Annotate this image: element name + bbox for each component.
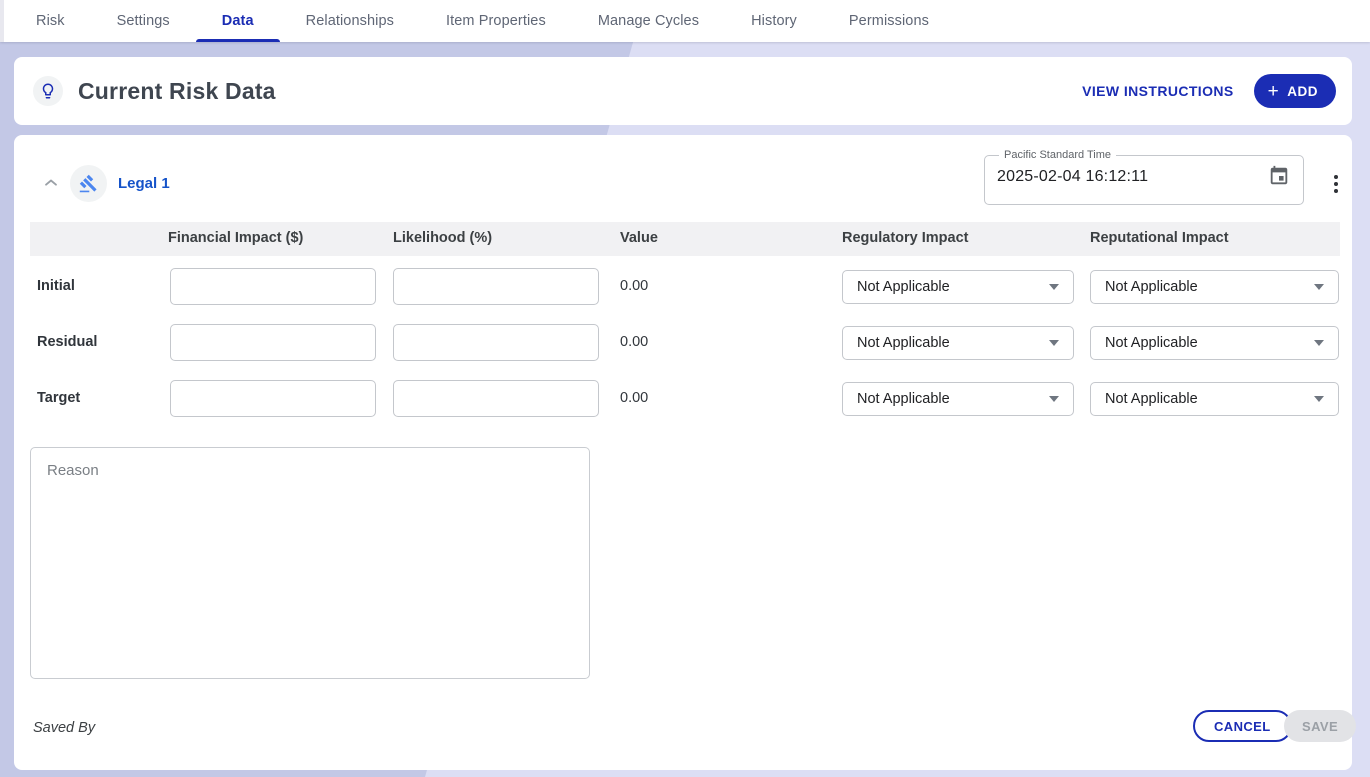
col-value: Value	[620, 230, 658, 246]
caret-down-icon	[1314, 340, 1324, 346]
target-value: 0.00	[620, 390, 648, 406]
caret-down-icon	[1049, 284, 1059, 290]
row-label: Target	[37, 390, 80, 406]
col-regulatory-impact: Regulatory Impact	[842, 230, 969, 246]
caret-down-icon	[1314, 284, 1324, 290]
lightbulb-icon	[33, 76, 63, 106]
select-value: Not Applicable	[1105, 391, 1198, 407]
select-value: Not Applicable	[857, 279, 950, 295]
page-title: Current Risk Data	[78, 78, 276, 105]
col-reputational-impact: Reputational Impact	[1090, 230, 1229, 246]
timezone-label: Pacific Standard Time	[999, 149, 1116, 161]
select-value: Not Applicable	[857, 391, 950, 407]
table-row-initial: Initial 0.00 Not Applicable Not Applicab…	[14, 268, 1352, 305]
tab-data[interactable]: Data	[196, 0, 280, 42]
calendar-icon[interactable]	[1267, 165, 1291, 189]
initial-value: 0.00	[620, 278, 648, 294]
target-financial-impact-input[interactable]	[170, 380, 376, 417]
target-likelihood-input[interactable]	[393, 380, 599, 417]
datetime-value[interactable]: 2025-02-04 16:12:11	[997, 168, 1148, 186]
initial-likelihood-input[interactable]	[393, 268, 599, 305]
tab-permissions[interactable]: Permissions	[823, 0, 955, 42]
select-value: Not Applicable	[857, 335, 950, 351]
table-header-row: Financial Impact ($) Likelihood (%) Valu…	[30, 222, 1340, 256]
gavel-icon	[79, 174, 98, 193]
save-button[interactable]: SAVE	[1284, 710, 1356, 742]
col-financial-impact: Financial Impact ($)	[168, 230, 303, 246]
tab-history[interactable]: History	[725, 0, 823, 42]
residual-regulatory-impact-select[interactable]: Not Applicable	[842, 326, 1074, 360]
collapse-section-button[interactable]	[40, 173, 62, 195]
view-instructions-link[interactable]: VIEW INSTRUCTIONS	[1082, 83, 1233, 99]
tab-settings[interactable]: Settings	[91, 0, 196, 42]
cancel-button[interactable]: CANCEL	[1193, 710, 1292, 742]
table-row-target: Target 0.00 Not Applicable Not Applicabl…	[14, 380, 1352, 417]
reason-textarea[interactable]	[30, 447, 590, 679]
plus-icon: +	[1268, 82, 1280, 101]
select-value: Not Applicable	[1105, 279, 1198, 295]
chevron-up-icon	[41, 173, 61, 193]
tab-item-properties[interactable]: Item Properties	[420, 0, 572, 42]
row-label: Residual	[37, 334, 97, 350]
residual-reputational-impact-select[interactable]: Not Applicable	[1090, 326, 1339, 360]
add-button[interactable]: + ADD	[1254, 74, 1336, 108]
residual-financial-impact-input[interactable]	[170, 324, 376, 361]
caret-down-icon	[1049, 340, 1059, 346]
tab-manage-cycles[interactable]: Manage Cycles	[572, 0, 725, 42]
initial-regulatory-impact-select[interactable]: Not Applicable	[842, 270, 1074, 304]
risk-item-link[interactable]: Legal 1	[118, 175, 170, 192]
target-reputational-impact-select[interactable]: Not Applicable	[1090, 382, 1339, 416]
initial-reputational-impact-select[interactable]: Not Applicable	[1090, 270, 1339, 304]
residual-likelihood-input[interactable]	[393, 324, 599, 361]
page-header: Current Risk Data VIEW INSTRUCTIONS + AD…	[14, 57, 1352, 125]
caret-down-icon	[1314, 396, 1324, 402]
target-regulatory-impact-select[interactable]: Not Applicable	[842, 382, 1074, 416]
table-row-residual: Residual 0.00 Not Applicable Not Applica…	[14, 324, 1352, 361]
datetime-field: Pacific Standard Time 2025-02-04 16:12:1…	[984, 149, 1304, 205]
caret-down-icon	[1049, 396, 1059, 402]
risk-data-panel: Legal 1 Pacific Standard Time 2025-02-04…	[14, 135, 1352, 770]
kebab-menu-icon[interactable]	[1322, 169, 1350, 199]
col-likelihood: Likelihood (%)	[393, 230, 492, 246]
tab-relationships[interactable]: Relationships	[280, 0, 420, 42]
tab-bar: Risk Settings Data Relationships Item Pr…	[0, 0, 1370, 42]
row-label: Initial	[37, 278, 75, 294]
risk-category-avatar	[70, 165, 107, 202]
select-value: Not Applicable	[1105, 335, 1198, 351]
saved-by-label: Saved By	[33, 720, 95, 736]
tab-risk[interactable]: Risk	[10, 0, 91, 42]
initial-financial-impact-input[interactable]	[170, 268, 376, 305]
header-actions: VIEW INSTRUCTIONS + ADD	[1082, 74, 1336, 108]
add-button-label: ADD	[1287, 84, 1318, 99]
residual-value: 0.00	[620, 334, 648, 350]
